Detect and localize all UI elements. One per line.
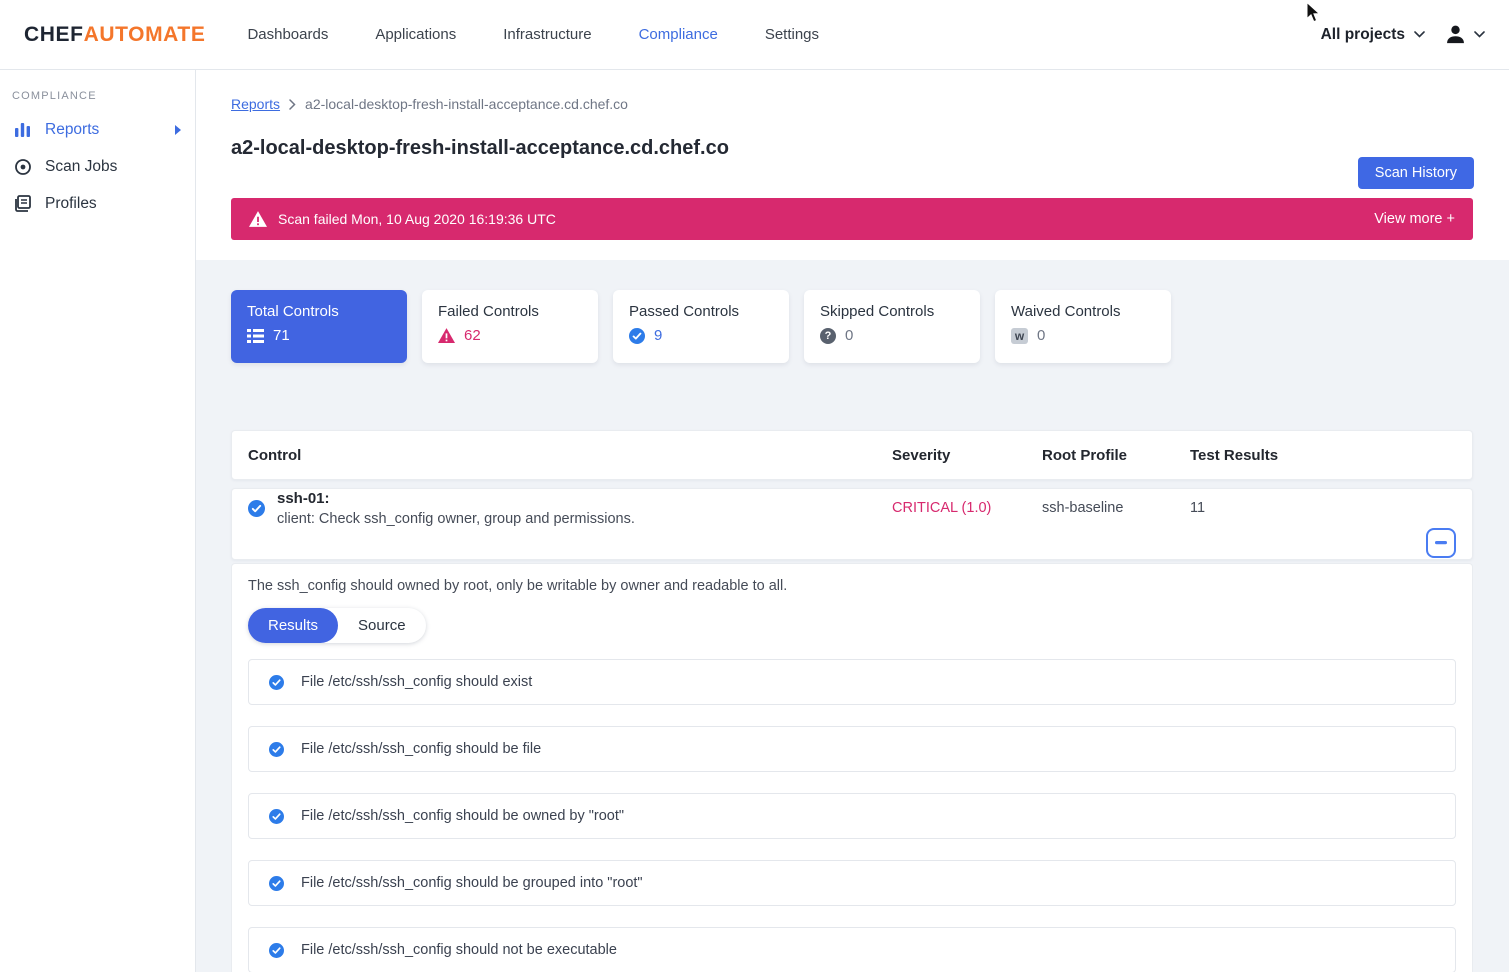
bar-chart-icon: [14, 122, 32, 138]
scan-failed-banner: Scan failed Mon, 10 Aug 2020 16:19:36 UT…: [231, 198, 1473, 240]
nav-infrastructure[interactable]: Infrastructure: [503, 26, 591, 43]
check-circle-icon: [248, 500, 265, 517]
report-body: Total Controls 71 Failed Controls 62 Pas…: [196, 260, 1509, 972]
brand-chef: CHEF: [24, 23, 84, 46]
banner-message: Scan failed Mon, 10 Aug 2020 16:19:36 UT…: [278, 211, 556, 227]
nav-compliance[interactable]: Compliance: [639, 26, 718, 43]
control-summary: The ssh_config should owned by root, onl…: [248, 578, 1456, 594]
projects-filter-button[interactable]: All projects: [1321, 26, 1405, 44]
column-header-severity: Severity: [892, 447, 1042, 464]
control-row-ssh-01[interactable]: ssh-01: client: Check ssh_config owner, …: [231, 488, 1473, 560]
skipped-controls-card[interactable]: Skipped Controls ? 0: [804, 290, 980, 363]
card-value: 62: [464, 327, 481, 344]
question-circle-icon: ?: [820, 328, 836, 344]
test-results-list: File /etc/ssh/ssh_config should exist Fi…: [248, 659, 1456, 972]
table-header-row: Control Severity Root Profile Test Resul…: [231, 430, 1473, 480]
chef-automate-logo[interactable]: CHEFAUTOMATE: [24, 23, 205, 47]
sidebar-item-profiles[interactable]: Profiles: [0, 185, 195, 222]
sidebar-section-label: COMPLIANCE: [0, 90, 195, 102]
topbar-right: All projects: [1321, 23, 1485, 46]
report-header: Reports a2-local-desktop-fresh-install-a…: [196, 70, 1509, 260]
card-value: 9: [654, 327, 662, 344]
control-detail-panel: The ssh_config should owned by root, onl…: [231, 563, 1473, 972]
result-text: File /etc/ssh/ssh_config should exist: [301, 674, 532, 690]
card-value: 71: [273, 327, 290, 344]
control-id: ssh-01:: [277, 490, 635, 507]
result-text: File /etc/ssh/ssh_config should be file: [301, 741, 541, 757]
scan-history-button[interactable]: Scan History: [1358, 157, 1474, 189]
result-row: File /etc/ssh/ssh_config should be group…: [248, 860, 1456, 906]
sidebar-item-label: Scan Jobs: [45, 158, 117, 176]
failed-controls-card[interactable]: Failed Controls 62: [422, 290, 598, 363]
card-label: Skipped Controls: [820, 303, 964, 320]
sidebar-item-label: Reports: [45, 121, 99, 139]
result-text: File /etc/ssh/ssh_config should be owned…: [301, 808, 624, 824]
nav-dashboards[interactable]: Dashboards: [247, 26, 328, 43]
tab-source[interactable]: Source: [338, 608, 426, 643]
chevron-down-icon: [1474, 31, 1485, 38]
nav-settings[interactable]: Settings: [765, 26, 819, 43]
check-circle-icon: [629, 328, 645, 344]
result-text: File /etc/ssh/ssh_config should be group…: [301, 875, 643, 891]
check-circle-icon: [269, 742, 284, 757]
user-menu-button[interactable]: [1444, 23, 1485, 46]
top-navigation-bar: CHEFAUTOMATE Dashboards Applications Inf…: [0, 0, 1509, 70]
card-value: 0: [1037, 327, 1045, 344]
breadcrumb: Reports a2-local-desktop-fresh-install-a…: [231, 96, 1473, 112]
breadcrumb-current: a2-local-desktop-fresh-install-acceptanc…: [305, 96, 628, 112]
result-row: File /etc/ssh/ssh_config should be file: [248, 726, 1456, 772]
column-header-control: Control: [248, 447, 892, 464]
result-row: File /etc/ssh/ssh_config should be owned…: [248, 793, 1456, 839]
compliance-sidebar: COMPLIANCE Reports Scan Jobs Profiles: [0, 70, 196, 972]
minus-icon: [1435, 541, 1447, 545]
card-label: Passed Controls: [629, 303, 773, 320]
check-circle-icon: [269, 809, 284, 824]
breadcrumb-reports-link[interactable]: Reports: [231, 96, 280, 112]
scanner-icon: [14, 158, 32, 176]
card-label: Failed Controls: [438, 303, 582, 320]
banner-view-more-button[interactable]: View more +: [1374, 211, 1455, 227]
check-circle-icon: [269, 675, 284, 690]
page-title: a2-local-desktop-fresh-install-acceptanc…: [231, 137, 1473, 160]
detail-tabs: Results Source: [248, 608, 426, 643]
column-header-test-results: Test Results: [1190, 447, 1472, 464]
chevron-right-icon: [289, 99, 296, 110]
column-header-root-profile: Root Profile: [1042, 447, 1190, 464]
profiles-icon: [14, 195, 32, 212]
result-row: File /etc/ssh/ssh_config should exist: [248, 659, 1456, 705]
total-controls-card[interactable]: Total Controls 71: [231, 290, 407, 363]
sidebar-item-scan-jobs[interactable]: Scan Jobs: [0, 148, 195, 185]
control-description: client: Check ssh_config owner, group an…: [277, 511, 635, 527]
collapse-row-button[interactable]: [1426, 528, 1456, 558]
list-icon: [247, 329, 264, 343]
controls-table: Control Severity Root Profile Test Resul…: [231, 430, 1473, 972]
passed-controls-card[interactable]: Passed Controls 9: [613, 290, 789, 363]
test-results-value: 11: [1190, 500, 1472, 516]
severity-value: CRITICAL (1.0): [892, 500, 1042, 516]
primary-nav: Dashboards Applications Infrastructure C…: [247, 26, 819, 43]
waived-controls-card[interactable]: Waived Controls w 0: [995, 290, 1171, 363]
user-avatar-icon: [1444, 23, 1467, 46]
check-circle-icon: [269, 876, 284, 891]
card-label: Waived Controls: [1011, 303, 1155, 320]
main-content: Reports a2-local-desktop-fresh-install-a…: [196, 70, 1509, 972]
result-row: File /etc/ssh/ssh_config should not be e…: [248, 927, 1456, 972]
controls-summary-cards: Total Controls 71 Failed Controls 62 Pas…: [231, 290, 1473, 363]
expand-arrow-icon[interactable]: [175, 125, 181, 135]
warning-triangle-icon: [249, 211, 267, 227]
warning-triangle-icon: [438, 328, 455, 343]
tab-results[interactable]: Results: [248, 608, 338, 643]
card-label: Total Controls: [247, 303, 391, 320]
brand-automate: AUTOMATE: [84, 23, 206, 46]
chevron-down-icon[interactable]: [1414, 31, 1425, 38]
nav-applications[interactable]: Applications: [375, 26, 456, 43]
sidebar-item-reports[interactable]: Reports: [0, 111, 195, 148]
card-value: 0: [845, 327, 853, 344]
check-circle-icon: [269, 943, 284, 958]
sidebar-item-label: Profiles: [45, 195, 97, 213]
result-text: File /etc/ssh/ssh_config should not be e…: [301, 942, 617, 958]
waived-badge-icon: w: [1011, 328, 1028, 344]
root-profile-value: ssh-baseline: [1042, 500, 1190, 516]
